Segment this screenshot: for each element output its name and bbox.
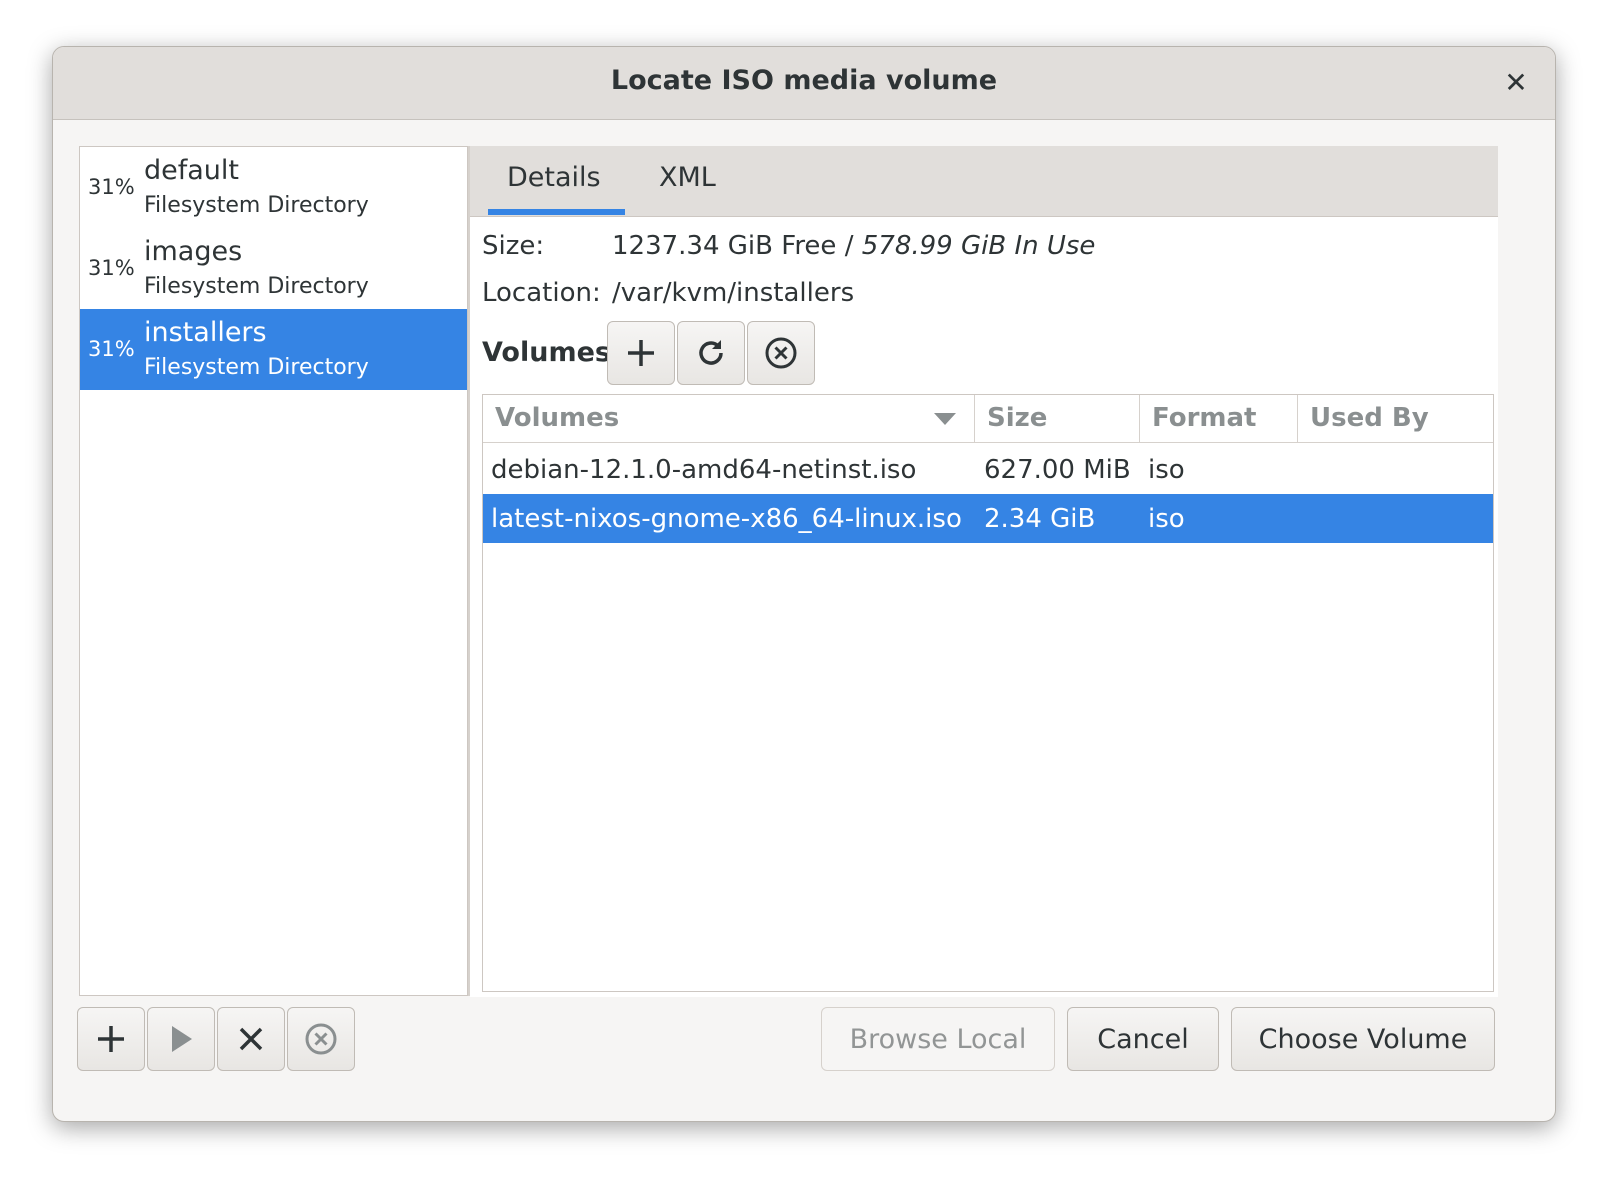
stop-pool-button[interactable] [287,1007,355,1071]
pool-name: installers [144,317,267,348]
column-header-volumes[interactable]: Volumes [483,395,975,443]
column-header-format[interactable]: Format [1140,395,1298,443]
refresh-volumes-button[interactable] [677,321,745,385]
add-pool-button[interactable] [77,1007,145,1071]
add-icon [628,340,654,366]
cancel-button[interactable]: Cancel [1067,1007,1219,1071]
size-label: Size: [482,231,545,261]
volume-size: 2.34 GiB [984,504,1096,534]
volume-name: debian-12.1.0-amd64-netinst.iso [491,455,917,485]
volumes-heading: Volumes [482,337,611,368]
tab-xml[interactable]: XML [659,162,716,193]
size-used: 578.99 GiB In Use [861,231,1096,261]
pool-type: Filesystem Directory [144,274,369,299]
size-separator: / [836,231,862,261]
pool-name: images [144,236,243,267]
delete-pool-button[interactable] [217,1007,285,1071]
dialog-window: Locate ISO media volume ✕ 31% default Fi… [52,46,1556,1122]
choose-volume-button[interactable]: Choose Volume [1231,1007,1495,1071]
tab-details[interactable]: Details [507,162,601,193]
add-volume-button[interactable] [607,321,675,385]
pool-usage: 31% [88,256,135,280]
table-row[interactable]: latest-nixos-gnome-x86_64-linux.iso 2.34… [483,494,1493,543]
sort-descending-icon [934,413,956,425]
column-header-size[interactable]: Size [975,395,1140,443]
stop-icon [305,1023,337,1055]
title-bar: Locate ISO media volume ✕ [53,47,1555,120]
pool-item-default[interactable]: 31% default Filesystem Directory [80,147,467,228]
pool-usage: 31% [88,175,135,199]
pool-type: Filesystem Directory [144,193,369,218]
pool-type: Filesystem Directory [144,355,369,380]
dialog-title: Locate ISO media volume [610,65,998,96]
pool-name: default [144,155,240,186]
size-free: 1237.34 GiB Free [612,231,837,261]
active-tab-indicator [488,209,625,215]
volume-name: latest-nixos-gnome-x86_64-linux.iso [491,504,962,534]
pool-item-images[interactable]: 31% images Filesystem Directory [80,228,467,309]
close-icon: ✕ [1504,65,1528,99]
volume-format: iso [1148,504,1185,534]
stop-volume-button[interactable] [747,321,815,385]
tab-bar: Details XML [470,146,1498,217]
browse-local-button[interactable]: Browse Local [821,1007,1055,1071]
play-icon [172,1026,192,1052]
location-value: /var/kvm/installers [612,278,855,308]
column-header-used-by[interactable]: Used By [1298,395,1493,443]
volumes-table[interactable]: Volumes Size Format Used By debian-12.1.… [482,394,1494,992]
location-label: Location: [482,278,601,308]
volume-format: iso [1148,455,1185,485]
details-panel: Size: 1237.34 GiB Free / 578.99 GiB In U… [470,217,1498,997]
column-header-label: Volumes [495,403,620,433]
volume-size: 627.00 MiB [984,455,1131,485]
table-row[interactable]: debian-12.1.0-amd64-netinst.iso 627.00 M… [483,445,1493,494]
stop-icon [765,337,797,369]
close-button[interactable]: ✕ [1499,65,1533,99]
add-icon [98,1026,124,1052]
size-value: 1237.34 GiB Free / 578.99 GiB In Use [612,231,1095,261]
pool-item-installers[interactable]: 31% installers Filesystem Directory [80,309,467,390]
pool-usage: 31% [88,337,135,361]
delete-icon [239,1027,263,1051]
pool-list[interactable]: 31% default Filesystem Directory 31% ima… [79,146,468,996]
start-pool-button[interactable] [147,1007,215,1071]
refresh-icon [699,340,723,365]
